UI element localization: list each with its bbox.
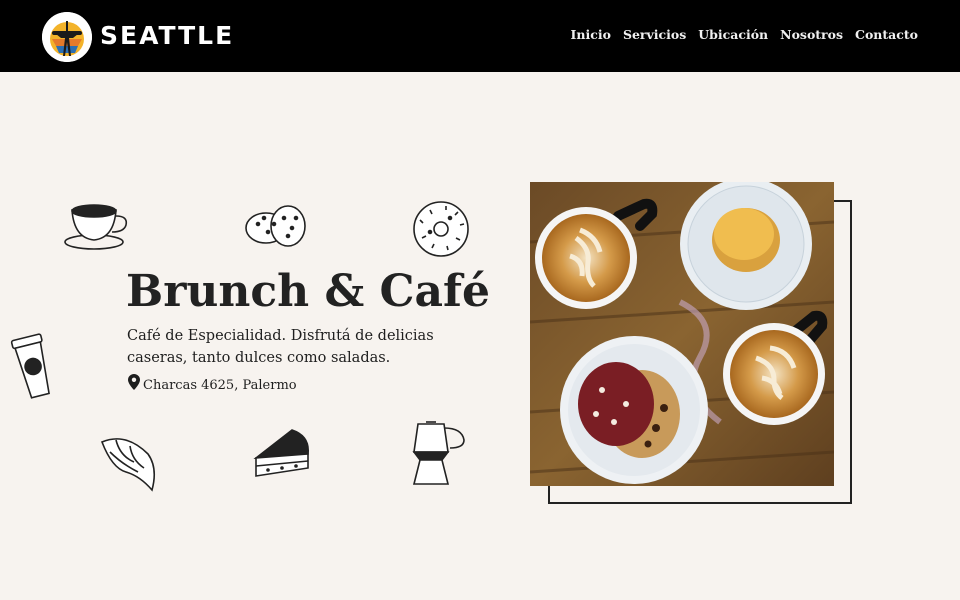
hero-photo-brunch xyxy=(530,182,834,486)
space-needle-logo-icon[interactable] xyxy=(42,12,92,62)
moka-pot-icon xyxy=(404,418,470,488)
cookies-icon xyxy=(244,204,310,250)
hero-address: Charcas 4625, Palermo xyxy=(128,374,297,398)
nav-link-servicios[interactable]: Servicios xyxy=(623,27,686,42)
address-text: Charcas 4625, Palermo xyxy=(143,378,297,393)
nav-link-ubicacion[interactable]: Ubicación xyxy=(698,27,768,42)
donut-icon xyxy=(410,198,472,260)
nav-item-contacto: Contacto xyxy=(855,24,918,46)
nav-link-inicio[interactable]: Inicio xyxy=(571,27,611,42)
map-pin-icon xyxy=(128,374,140,398)
nav-link-nosotros[interactable]: Nosotros xyxy=(780,27,843,42)
nav-item-nosotros: Nosotros xyxy=(780,24,843,46)
coffee-cup-icon xyxy=(62,200,132,254)
cake-slice-icon xyxy=(252,424,314,482)
hero-title: Brunch & Café xyxy=(126,266,490,317)
nav-item-servicios: Servicios xyxy=(623,24,686,46)
main-nav: Inicio Servicios Ubicación Nosotros Cont… xyxy=(571,24,918,46)
nav-link-contacto[interactable]: Contacto xyxy=(855,27,918,42)
to-go-cup-icon xyxy=(8,332,62,400)
brand-name[interactable]: SEATTLE xyxy=(100,20,234,52)
nav-item-inicio: Inicio xyxy=(571,24,611,46)
hero-description: Café de Especialidad. Disfrutá de delici… xyxy=(127,328,434,366)
croissant-icon xyxy=(96,432,160,496)
navbar: SEATTLE Inicio Servicios Ubicación Nosot… xyxy=(0,0,960,72)
nav-item-ubicacion: Ubicación xyxy=(698,24,768,46)
